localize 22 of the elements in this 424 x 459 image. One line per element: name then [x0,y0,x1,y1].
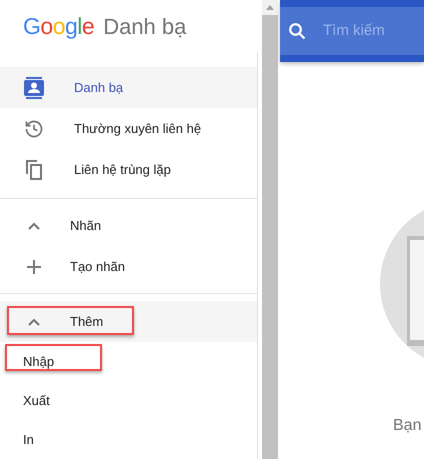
create-label-item[interactable]: Tạo nhãn [0,246,257,287]
empty-state-text: Bạn [393,416,422,436]
search-icon [288,22,306,40]
more-item[interactable]: Nhập [0,342,257,381]
search-bar[interactable]: Tìm kiếm [280,7,424,55]
app-title: Danh bạ [103,12,186,40]
contact-card-icon [24,76,44,98]
scrollbar[interactable] [262,0,278,459]
chevron-icon [28,222,40,230]
chevron-icon [28,318,40,326]
plus-icon [27,260,41,274]
more-item[interactable]: Xuất [0,381,257,420]
nav-item[interactable]: Thường xuyên liên hệ [0,108,257,149]
section-header[interactable]: Thêm [0,301,257,342]
google-logo: Google [23,12,94,41]
section-header[interactable]: Nhãn [0,205,257,246]
history-icon [24,118,44,138]
scroll-up-icon[interactable] [266,5,274,10]
nav-item[interactable]: Liên hệ trùng lặp [0,149,257,190]
more-item[interactable]: In [0,420,257,459]
nav-item[interactable]: Danh bạ [0,67,257,108]
copy-icon [25,160,43,180]
